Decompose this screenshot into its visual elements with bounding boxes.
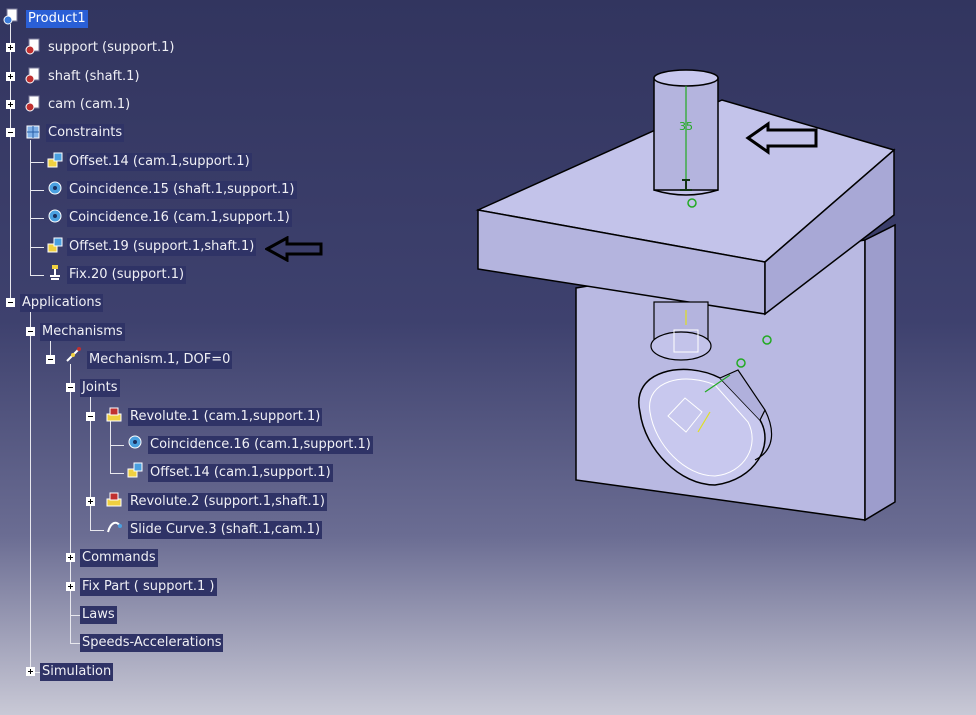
- offset-constraint-icon: [47, 152, 63, 168]
- expand-simulation-toggle[interactable]: [26, 667, 35, 676]
- mechanism-icon: [66, 347, 81, 362]
- coincidence-constraint-icon: [48, 209, 62, 223]
- tree-item-fix-part[interactable]: Fix Part ( support.1 ): [80, 578, 217, 596]
- fix-anchor-icon: [50, 265, 60, 280]
- tree-connector: [30, 190, 44, 191]
- tree-item-simulation[interactable]: Simulation: [40, 663, 114, 681]
- tree-connector: [110, 420, 111, 474]
- expand-revolute2-toggle[interactable]: [86, 497, 95, 506]
- expand-commands-toggle[interactable]: [66, 553, 75, 562]
- tree-item-offset-19[interactable]: Offset.19 (support.1,shaft.1): [67, 238, 257, 256]
- tree-item-constraints[interactable]: Constraints: [46, 124, 125, 142]
- expand-support-toggle[interactable]: [6, 43, 15, 52]
- tree-item-offset-14[interactable]: Offset.14 (cam.1,support.1): [67, 153, 252, 171]
- tree-item-commands[interactable]: Commands: [80, 549, 158, 567]
- tree-item-support[interactable]: support (support.1): [46, 39, 177, 57]
- tree-connector: [90, 530, 104, 531]
- tree-item-speeds-accelerations[interactable]: Speeds-Accelerations: [80, 634, 224, 652]
- tree-item-slide-curve-3[interactable]: Slide Curve.3 (shaft.1,cam.1): [128, 521, 323, 539]
- collapse-applications-toggle[interactable]: [6, 298, 15, 307]
- shaft-follower-tip: [650, 331, 712, 361]
- tree-connector: [70, 615, 80, 616]
- part-icon: [25, 38, 40, 55]
- tree-connector: [30, 275, 44, 276]
- collapse-mechanisms-toggle[interactable]: [26, 327, 35, 336]
- coincidence-constraint-icon: [128, 435, 142, 449]
- tree-item-applications[interactable]: Applications: [20, 294, 104, 312]
- revolute-joint-icon: [106, 407, 122, 422]
- offset-constraint-icon: [47, 237, 63, 253]
- revolute-joint-icon: [106, 492, 122, 507]
- expand-fixpart-toggle[interactable]: [66, 582, 75, 591]
- collapse-revolute1-toggle[interactable]: [86, 412, 95, 421]
- tree-connector: [30, 308, 31, 673]
- coincidence-constraint-icon: [48, 181, 62, 195]
- tree-item-revolute-2[interactable]: Revolute.2 (support.1,shaft.1): [128, 493, 327, 511]
- expand-cam-toggle[interactable]: [6, 100, 15, 109]
- tree-item-revolute-1[interactable]: Revolute.1 (cam.1,support.1): [128, 408, 323, 426]
- tree-item-joints[interactable]: Joints: [80, 379, 120, 397]
- offset-constraint-icon: [127, 462, 143, 478]
- tree-item-coincidence-16[interactable]: Coincidence.16 (cam.1,support.1): [67, 209, 292, 227]
- tree-item-coincidence-15[interactable]: Coincidence.15 (shaft.1,support.1): [67, 181, 297, 199]
- tree-connector: [70, 643, 80, 644]
- part-icon: [25, 95, 40, 112]
- tree-connector: [10, 24, 11, 304]
- product-gear-icon: [3, 8, 18, 25]
- arrow-annotation-icon: [265, 236, 323, 262]
- tree-item-cam[interactable]: cam (cam.1): [46, 96, 132, 114]
- tree-connector: [30, 140, 31, 275]
- shaft-top-face: [653, 69, 719, 87]
- collapse-joints-toggle[interactable]: [66, 383, 75, 392]
- tree-item-fix-20[interactable]: Fix.20 (support.1): [67, 266, 187, 284]
- tree-item-mechanisms[interactable]: Mechanisms: [40, 323, 125, 341]
- constraints-icon: [26, 125, 40, 139]
- collapse-constraints-toggle[interactable]: [6, 128, 15, 137]
- tree-item-laws[interactable]: Laws: [80, 606, 117, 624]
- tree-connector: [70, 364, 71, 644]
- tree-item-product1[interactable]: Product1: [26, 10, 88, 28]
- tree-connector: [110, 473, 124, 474]
- tree-item-shaft[interactable]: shaft (shaft.1): [46, 68, 142, 86]
- expand-shaft-toggle[interactable]: [6, 72, 15, 81]
- tree-connector: [110, 445, 124, 446]
- tree-connector: [30, 218, 44, 219]
- tree-item-rev1-coincidence-16[interactable]: Coincidence.16 (cam.1,support.1): [148, 436, 373, 454]
- support-side-face: [864, 223, 896, 522]
- tree-item-rev1-offset-14[interactable]: Offset.14 (cam.1,support.1): [148, 464, 333, 482]
- specification-tree: Product1 support (support.1) shaft (shaf…: [0, 0, 380, 715]
- part-icon: [25, 67, 40, 84]
- 3d-viewport[interactable]: 35: [430, 40, 950, 540]
- tree-item-mechanism-1[interactable]: Mechanism.1, DOF=0: [87, 351, 233, 369]
- collapse-mechanism1-toggle[interactable]: [46, 355, 55, 364]
- slide-curve-icon: [107, 521, 122, 533]
- offset-dimension-label[interactable]: 35: [679, 120, 693, 133]
- tree-connector: [30, 162, 44, 163]
- tree-connector: [30, 247, 44, 248]
